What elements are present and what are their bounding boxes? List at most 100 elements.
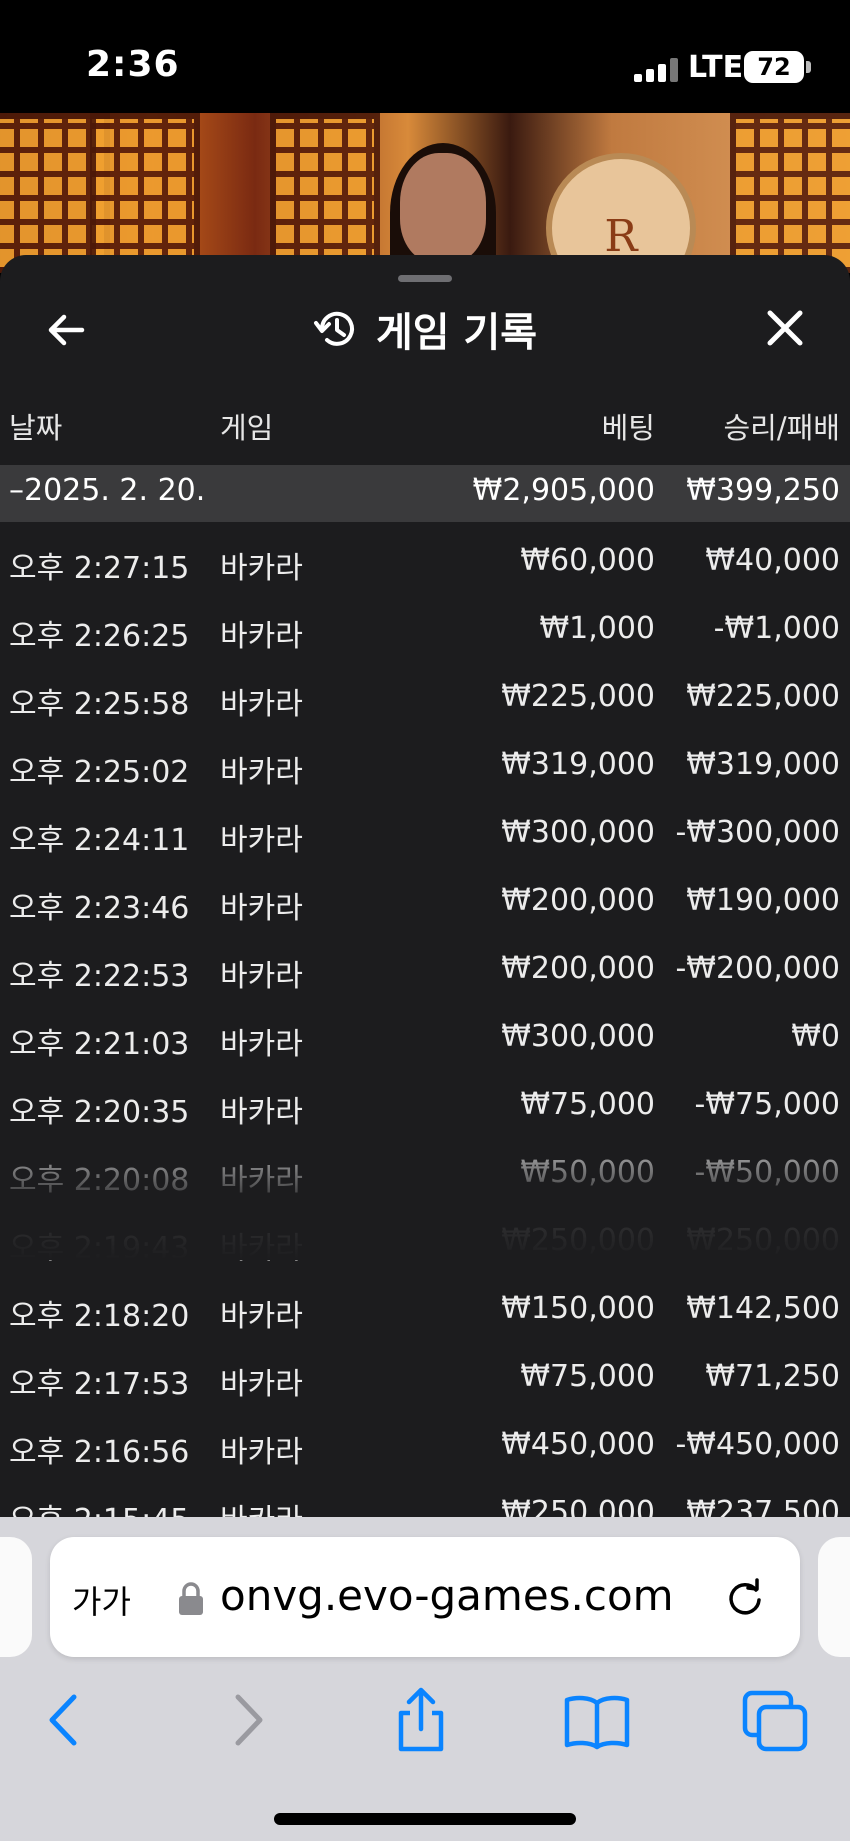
column-header-date: 날짜: [9, 411, 63, 445]
row-result: -₩1,000: [713, 611, 840, 646]
row-game: 바카라: [220, 1367, 303, 1402]
row-bet: ₩300,000: [501, 815, 655, 850]
tabs-icon[interactable]: [740, 1685, 810, 1755]
row-game: 바카라: [220, 1435, 303, 1470]
status-bar: 2:36 LTE 72: [0, 0, 850, 113]
close-icon: [767, 310, 803, 346]
row-bet: ₩1,000: [539, 611, 655, 646]
row-result: ₩71,250: [705, 1359, 840, 1394]
row-game: 바카라: [220, 1163, 303, 1198]
chevron-right-icon[interactable]: [212, 1685, 282, 1755]
row-game: 바카라: [220, 619, 303, 654]
history-row[interactable]: 오후 2:23:46 바카라 ₩200,000 ₩190,000: [0, 865, 850, 933]
date-group-summary-row[interactable]: –2025. 2. 20. ₩2,905,000 ₩399,250: [0, 465, 850, 522]
row-bet: ₩60,000: [520, 543, 655, 578]
row-result: ₩40,000: [705, 543, 840, 578]
column-header-game: 게임: [220, 411, 274, 445]
row-result: -₩450,000: [675, 1427, 840, 1462]
battery-icon: 72: [744, 51, 804, 83]
row-bet: ₩319,000: [501, 747, 655, 782]
history-row[interactable]: 오후 2:19:43 바카라 ₩250,000 ₩250,000: [0, 1205, 850, 1273]
history-row[interactable]: 오후 2:16:56 바카라 ₩450,000 -₩450,000: [0, 1409, 850, 1477]
row-result: ₩142,500: [686, 1291, 840, 1326]
row-result: ₩319,000: [686, 747, 840, 782]
row-time: 오후 2:18:20: [9, 1299, 190, 1334]
history-row[interactable]: 오후 2:21:03 바카라 ₩300,000 ₩0: [0, 1001, 850, 1069]
row-game: 바카라: [220, 755, 303, 790]
text-size-button[interactable]: 가가: [72, 1577, 131, 1623]
row-bet: ₩200,000: [501, 951, 655, 986]
row-time: 오후 2:19:43: [9, 1231, 190, 1266]
column-header-result: 승리/패배: [723, 411, 841, 445]
history-row[interactable]: 오후 2:25:58 바카라 ₩225,000 ₩225,000: [0, 661, 850, 729]
row-bet: ₩75,000: [520, 1359, 655, 1394]
row-game: 바카라: [220, 891, 303, 926]
row-game: 바카라: [220, 1231, 303, 1266]
column-header-bet: 베팅: [601, 411, 655, 445]
row-game: 바카라: [220, 1027, 303, 1062]
summary-result: ₩399,250: [686, 473, 840, 508]
battery-cap: [806, 61, 811, 73]
row-result: ₩190,000: [686, 883, 840, 918]
share-icon[interactable]: [386, 1685, 456, 1755]
row-time: 오후 2:23:46: [9, 891, 190, 926]
row-result: ₩225,000: [686, 679, 840, 714]
close-button[interactable]: [762, 305, 808, 351]
history-row[interactable]: 오후 2:17:53 바카라 ₩75,000 ₩71,250: [0, 1341, 850, 1409]
row-result: -₩50,000: [694, 1155, 840, 1190]
row-result: ₩250,000: [686, 1223, 840, 1258]
row-result: ₩0: [791, 1019, 840, 1054]
history-row[interactable]: 오후 2:20:35 바카라 ₩75,000 -₩75,000: [0, 1069, 850, 1137]
row-time: 오후 2:22:53: [9, 959, 190, 994]
history-row[interactable]: 오후 2:27:15 바카라 ₩60,000 ₩40,000: [0, 525, 850, 593]
row-game: 바카라: [220, 687, 303, 722]
book-icon[interactable]: [562, 1685, 632, 1755]
row-time: 오후 2:16:56: [9, 1435, 190, 1470]
previous-tab-peek[interactable]: [0, 1537, 32, 1657]
summary-bet: ₩2,905,000: [472, 473, 655, 508]
panel-title: 게임 기록: [375, 310, 538, 356]
lattice-decoration: [730, 113, 850, 273]
history-list: 오후 2:27:15 바카라 ₩60,000 ₩40,000 오후 2:26:25 바카라…: [0, 525, 850, 1525]
history-row[interactable]: 오후 2:24:11 바카라 ₩300,000 -₩300,000: [0, 797, 850, 865]
row-bet: ₩50,000: [520, 1155, 655, 1190]
row-bet: ₩200,000: [501, 883, 655, 918]
panel-header: 게임 기록: [0, 300, 850, 358]
row-bet: ₩150,000: [501, 1291, 655, 1326]
status-time: 2:36: [86, 44, 180, 85]
history-row[interactable]: 오후 2:20:08 바카라 ₩50,000 -₩50,000: [0, 1137, 850, 1205]
lock-icon: [179, 1582, 203, 1615]
lattice-decoration: [270, 113, 380, 273]
row-bet: ₩300,000: [501, 1019, 655, 1054]
row-time: 오후 2:27:15: [9, 551, 190, 586]
row-time: 오후 2:20:08: [9, 1163, 190, 1198]
row-bet: ₩75,000: [520, 1087, 655, 1122]
history-row[interactable]: 오후 2:22:53 바카라 ₩200,000 -₩200,000: [0, 933, 850, 1001]
url-text[interactable]: onvg.evo-games.com: [220, 1571, 674, 1620]
home-indicator: [274, 1813, 576, 1825]
row-time: 오후 2:26:25: [9, 619, 190, 654]
row-time: 오후 2:17:53: [9, 1367, 190, 1402]
row-bet: ₩450,000: [501, 1427, 655, 1462]
row-game: 바카라: [220, 1095, 303, 1130]
row-game: 바카라: [220, 959, 303, 994]
history-row[interactable]: 오후 2:25:02 바카라 ₩319,000 ₩319,000: [0, 729, 850, 797]
row-game: 바카라: [220, 1299, 303, 1334]
next-tab-peek[interactable]: [818, 1537, 850, 1657]
reload-icon[interactable]: [722, 1575, 768, 1621]
game-history-panel: 게임 기록 날짜 게임 베팅 승리/패배 –2025. 2. 20. ₩2,90…: [0, 255, 850, 1525]
row-result: -₩75,000: [694, 1087, 840, 1122]
row-result: -₩300,000: [675, 815, 840, 850]
summary-date: –2025. 2. 20.: [9, 473, 206, 508]
row-bet: ₩225,000: [501, 679, 655, 714]
cellular-signal-icon: [634, 58, 678, 82]
row-bet: ₩250,000: [501, 1223, 655, 1258]
row-game: 바카라: [220, 551, 303, 586]
history-row[interactable]: 오후 2:18:20 바카라 ₩150,000 ₩142,500: [0, 1273, 850, 1341]
history-row[interactable]: 오후 2:26:25 바카라 ₩1,000 -₩1,000: [0, 593, 850, 661]
sheet-grabber[interactable]: [398, 275, 452, 282]
address-bar[interactable]: 가가 onvg.evo-games.com: [50, 1537, 800, 1657]
row-time: 오후 2:25:02: [9, 755, 190, 790]
row-result: -₩200,000: [675, 951, 840, 986]
chevron-left-icon[interactable]: [30, 1685, 100, 1755]
